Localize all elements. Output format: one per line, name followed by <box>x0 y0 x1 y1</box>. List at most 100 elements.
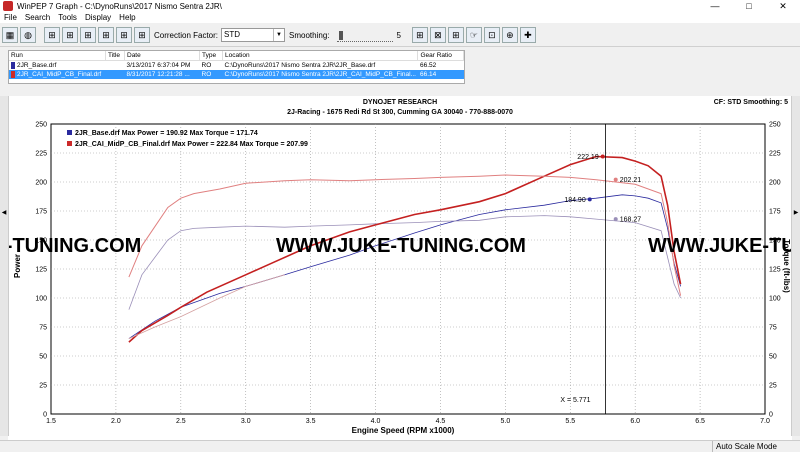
run-table: Run Title Date Type Location Gear Ratio … <box>9 51 464 79</box>
x-tick-label: 5.5 <box>565 418 575 425</box>
grid-icon[interactable]: ▦ <box>2 27 18 43</box>
slider-thumb[interactable] <box>338 30 343 40</box>
y2-tick-label: 125 <box>769 267 781 274</box>
cursor-readout: X = 5.771 <box>560 397 590 404</box>
menu-help[interactable]: Help <box>119 13 135 22</box>
table-row[interactable]: 2JR_Base.drf 3/13/2017 6:37:04 PM RO C:\… <box>9 61 464 71</box>
chart-icon[interactable]: ✚ <box>519 27 536 43</box>
chart-icon[interactable]: ⊞ <box>62 27 78 43</box>
chart-icon[interactable]: ⊞ <box>447 27 464 43</box>
right-scrollbar[interactable]: ▶ <box>791 96 800 436</box>
y2-tick-label: 100 <box>769 296 781 303</box>
peak-label: 168.27 <box>620 217 642 224</box>
legend-swatch-final <box>67 141 72 146</box>
menu-search[interactable]: Search <box>25 13 50 22</box>
auto-scale-mode: Auto Scale Mode <box>712 441 796 452</box>
col-date[interactable]: Date <box>124 51 200 61</box>
run-list-panel: Run Title Date Type Location Gear Ratio … <box>8 50 465 84</box>
graph-cf-smoothing: CF: STD Smoothing: 5 <box>714 99 788 106</box>
dyno-chart[interactable]: DYNOJET RESEARCH CF: STD Smoothing: 5 2J… <box>0 96 796 440</box>
run-type: RO <box>199 70 223 79</box>
y-tick-label: 175 <box>35 209 47 216</box>
x-tick-label: 2.0 <box>111 418 121 425</box>
x-tick-label: 6.5 <box>695 418 705 425</box>
y-tick-label: 225 <box>35 151 47 158</box>
y2-tick-label: 250 <box>769 122 781 129</box>
y2-tick-label: 175 <box>769 209 781 216</box>
left-scrollbar[interactable]: ◀ <box>0 96 9 436</box>
y-tick-label: 100 <box>35 296 47 303</box>
y-tick-label: 75 <box>39 325 47 332</box>
maximize-button[interactable]: □ <box>732 0 766 12</box>
peak-marker <box>613 177 618 182</box>
status-bar: Auto Scale Mode <box>0 440 800 452</box>
col-gear[interactable]: Gear Ratio <box>417 51 464 61</box>
peak-label: 222.19 <box>577 154 599 161</box>
y-tick-label: 50 <box>39 354 47 361</box>
chart-icon[interactable]: ⊞ <box>44 27 60 43</box>
chart-icon[interactable]: ⊞ <box>134 27 150 43</box>
x-tick-label: 4.5 <box>436 418 446 425</box>
menu-display[interactable]: Display <box>85 13 111 22</box>
y-tick-label: 25 <box>39 383 47 390</box>
chart-icon[interactable]: ⊞ <box>116 27 132 43</box>
x-tick-label: 1.5 <box>46 418 56 425</box>
legend-entry-final: 2JR_CAI_MidP_CB_Final.drf Max Power = 22… <box>75 141 308 148</box>
toolbar: ▦ ◍ ⊞ ⊞ ⊞ ⊞ ⊞ ⊞ Correction Factor: STD ▼… <box>0 24 800 47</box>
run-title <box>106 61 125 71</box>
menu-file[interactable]: File <box>4 13 17 22</box>
legend-swatch-base <box>67 130 72 135</box>
color-swatch <box>11 61 15 69</box>
globe-icon[interactable]: ◍ <box>20 27 36 43</box>
y-tick-label: 250 <box>35 122 47 129</box>
smoothing-label: Smoothing: <box>289 30 330 40</box>
chart-icon[interactable]: ⊞ <box>98 27 114 43</box>
correction-factor-label: Correction Factor: <box>154 30 219 40</box>
chart-icon[interactable]: ⊡ <box>483 27 500 43</box>
legend-entry-base: 2JR_Base.drf Max Power = 190.92 Max Torq… <box>75 130 258 137</box>
smoothing-slider[interactable] <box>336 29 393 42</box>
graph-area[interactable]: DYNOJET RESEARCH CF: STD Smoothing: 5 2J… <box>0 96 796 440</box>
y2-tick-label: 25 <box>769 383 777 390</box>
chart-icon[interactable]: ⊕ <box>501 27 518 43</box>
y-tick-label: 0 <box>43 412 47 419</box>
y2-tick-label: 75 <box>769 325 777 332</box>
chart-icon[interactable]: ☞ <box>465 27 482 43</box>
watermark-right: WWW.JUKE-TU <box>648 235 792 257</box>
correction-factor-value: STD <box>224 30 241 39</box>
run-location: C:\DynoRuns\2017 Nismo Sentra 2JR\2JR_CA… <box>222 70 418 79</box>
app-icon <box>3 1 13 11</box>
chart-icon[interactable]: ⊞ <box>80 27 96 43</box>
run-gear: 66.14 <box>417 70 464 79</box>
y2-tick-label: 200 <box>769 180 781 187</box>
color-swatch <box>11 70 15 78</box>
title-bar: WinPEP 7 Graph - C:\DynoRuns\2017 Nismo … <box>0 0 800 12</box>
minimize-button[interactable]: — <box>698 0 732 12</box>
run-name: 2JR_CAI_MidP_CB_Final.drf <box>17 71 102 79</box>
peak-marker <box>587 197 592 202</box>
run-date: 3/13/2017 6:37:04 PM <box>126 62 191 69</box>
graph-shop-info: 2J-Racing - 1675 Redi Rd St 300, Cumming… <box>287 109 513 116</box>
col-title[interactable]: Title <box>105 51 125 61</box>
col-run[interactable]: Run <box>9 51 106 61</box>
x-tick-label: 4.0 <box>371 418 381 425</box>
arrow-icon[interactable]: ◀ <box>0 208 8 218</box>
chart-icon[interactable]: ⊠ <box>429 27 446 43</box>
chevron-down-icon: ▼ <box>273 29 284 41</box>
table-row[interactable]: 2JR_CAI_MidP_CB_Final.drf 8/31/2017 12:2… <box>9 70 464 79</box>
close-button[interactable]: ✕ <box>766 0 800 12</box>
menu-tools[interactable]: Tools <box>58 13 77 22</box>
y2-tick-label: 50 <box>769 354 777 361</box>
x-tick-label: 6.0 <box>630 418 640 425</box>
correction-factor-select[interactable]: STD ▼ <box>221 28 286 42</box>
peak-label: 184.90 <box>564 197 586 204</box>
arrow-icon[interactable]: ▶ <box>792 208 800 218</box>
col-location[interactable]: Location <box>222 51 419 61</box>
watermark-left: KE-TUNING.COM <box>8 235 141 257</box>
peak-label: 202.21 <box>620 177 642 184</box>
peak-marker <box>600 154 605 159</box>
x-tick-label: 7.0 <box>760 418 770 425</box>
chart-icon[interactable]: ⊞ <box>411 27 428 43</box>
x-tick-label: 3.5 <box>306 418 316 425</box>
col-type[interactable]: Type <box>199 51 223 61</box>
